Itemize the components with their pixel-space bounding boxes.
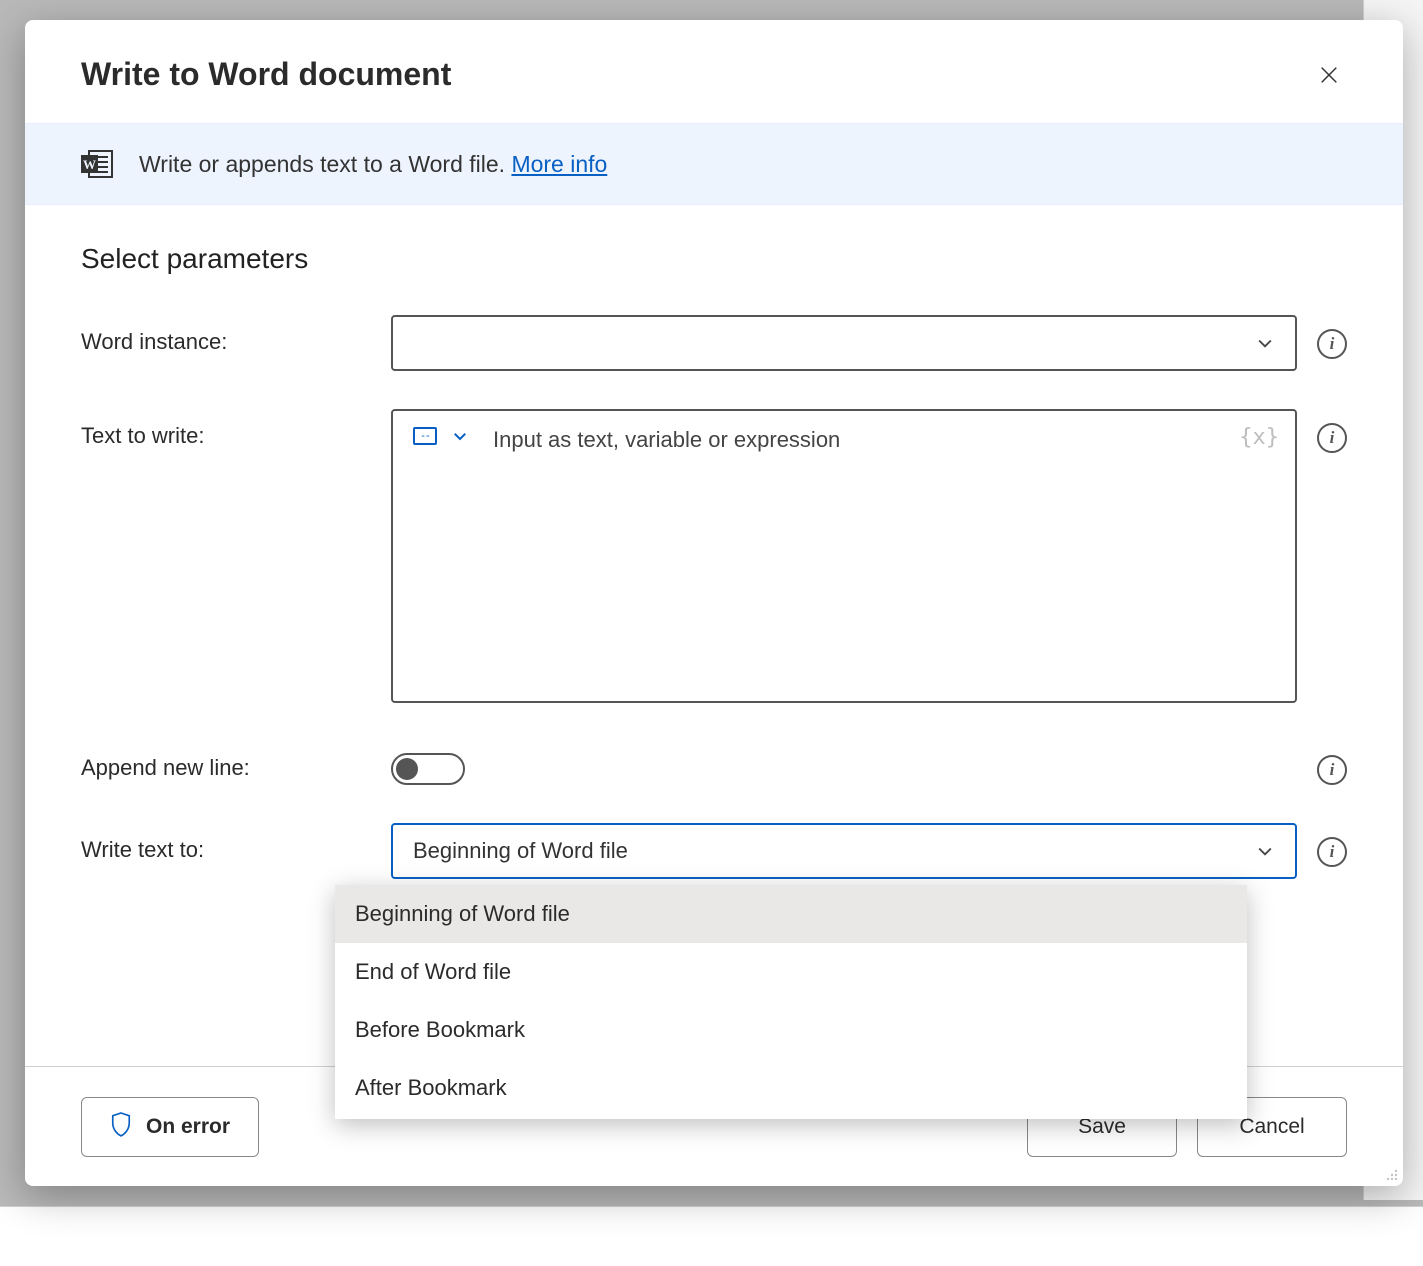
dropdown-option[interactable]: Before Bookmark — [335, 1001, 1247, 1059]
section-title: Select parameters — [81, 243, 1347, 275]
close-icon — [1318, 64, 1340, 86]
dropdown-option[interactable]: Beginning of Word file — [335, 885, 1247, 943]
chevron-down-icon — [1255, 841, 1275, 861]
param-write-text-to: Write text to: Beginning of Word file Be… — [81, 823, 1347, 879]
param-control: - - Input as text, variable or expressio… — [391, 409, 1297, 703]
param-text-to-write: Text to write: - - Input as text, variab… — [81, 409, 1347, 703]
append-new-line-toggle[interactable] — [391, 753, 465, 785]
write-text-to-select[interactable]: Beginning of Word file — [391, 823, 1297, 879]
param-control: Beginning of Word file Beginning of Word… — [391, 823, 1297, 879]
text-to-write-input[interactable]: - - Input as text, variable or expressio… — [391, 409, 1297, 703]
word-icon: W — [81, 150, 113, 178]
param-label: Append new line: — [81, 741, 371, 781]
insert-variable-button[interactable]: {x} — [1239, 425, 1279, 450]
param-label: Word instance: — [81, 315, 371, 355]
on-error-label: On error — [146, 1115, 230, 1139]
param-label: Write text to: — [81, 823, 371, 863]
param-word-instance: Word instance: i — [81, 315, 1347, 371]
close-button[interactable] — [1311, 57, 1347, 93]
write-text-to-value: Beginning of Word file — [413, 838, 628, 864]
chevron-down-icon — [1255, 333, 1275, 353]
param-control — [391, 741, 1297, 785]
modal-header: Write to Word document — [25, 20, 1403, 123]
modal-body: Select parameters Word instance: i Text … — [25, 205, 1403, 1066]
chevron-down-icon — [451, 427, 469, 445]
more-info-link[interactable]: More info — [511, 151, 607, 177]
info-banner: W Write or appends text to a Word file. … — [25, 123, 1403, 205]
banner-description: Write or appends text to a Word file. — [139, 151, 511, 177]
input-type-selector[interactable]: - - — [413, 427, 469, 445]
word-instance-select[interactable] — [391, 315, 1297, 371]
modal-title: Write to Word document — [81, 56, 451, 93]
dropdown-option[interactable]: End of Word file — [335, 943, 1247, 1001]
banner-text: Write or appends text to a Word file. Mo… — [139, 151, 607, 178]
toggle-knob — [396, 758, 418, 780]
write-text-to-dropdown: Beginning of Word file End of Word file … — [335, 885, 1247, 1119]
action-config-modal: Write to Word document W Write or append… — [25, 20, 1403, 1186]
background-bottom-bar — [0, 1206, 1423, 1266]
svg-text:W: W — [83, 157, 96, 172]
input-placeholder: Input as text, variable or expression — [493, 427, 840, 453]
on-error-button[interactable]: On error — [81, 1097, 259, 1157]
resize-handle[interactable] — [1383, 1166, 1399, 1182]
param-control — [391, 315, 1297, 371]
cancel-label: Cancel — [1239, 1115, 1304, 1139]
info-icon[interactable]: i — [1317, 423, 1347, 453]
dropdown-option[interactable]: After Bookmark — [335, 1059, 1247, 1117]
text-mode-icon: - - — [413, 427, 437, 445]
param-label: Text to write: — [81, 409, 371, 449]
param-append-new-line: Append new line: i — [81, 741, 1347, 785]
shield-icon — [110, 1111, 132, 1143]
info-icon[interactable]: i — [1317, 755, 1347, 785]
info-icon[interactable]: i — [1317, 329, 1347, 359]
info-icon[interactable]: i — [1317, 837, 1347, 867]
